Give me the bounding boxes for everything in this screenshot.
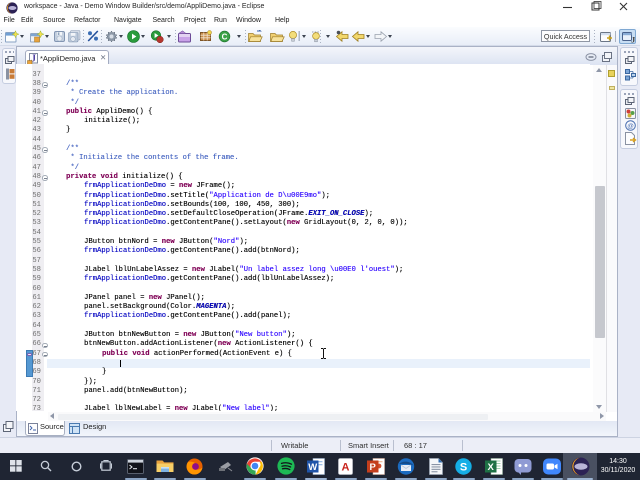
svg-text:A: A bbox=[342, 461, 350, 473]
svg-text:W: W bbox=[308, 462, 317, 473]
svg-text:X: X bbox=[488, 462, 495, 473]
svg-text:C: C bbox=[222, 32, 228, 41]
svg-text:S: S bbox=[460, 461, 467, 473]
svg-text:@: @ bbox=[627, 123, 634, 130]
svg-text:P: P bbox=[370, 462, 377, 473]
svg-text:J: J bbox=[631, 35, 635, 45]
